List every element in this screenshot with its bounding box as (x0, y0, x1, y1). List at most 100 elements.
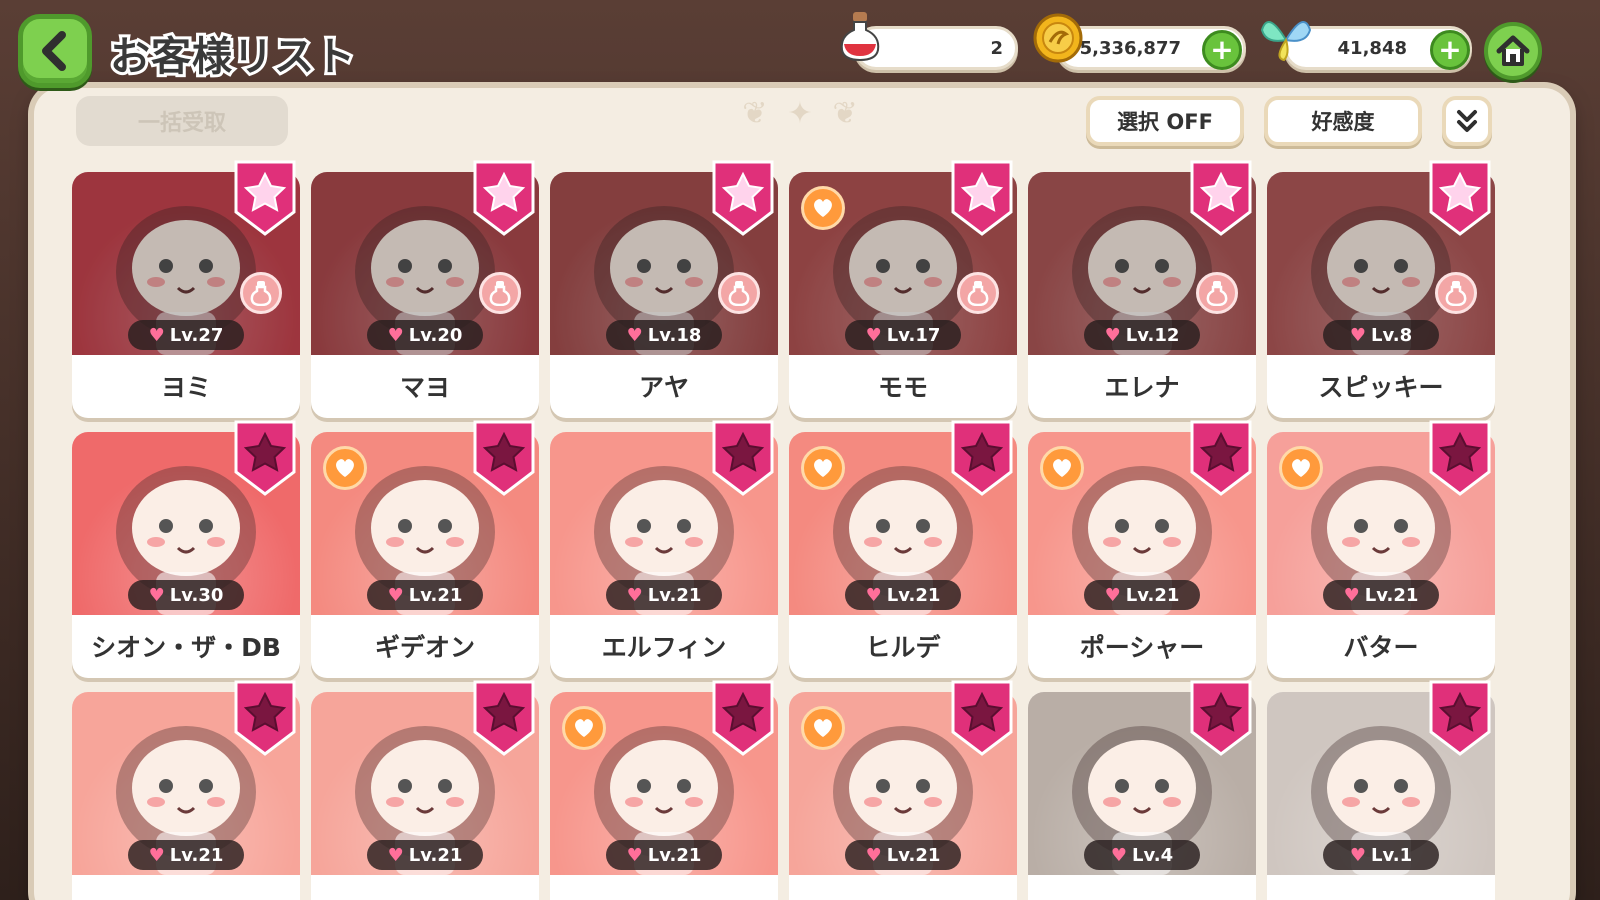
level-pill: ♥ Lv.21 (367, 840, 483, 870)
sort-dropdown-button[interactable] (1442, 96, 1492, 146)
heart-badge-icon (1040, 446, 1084, 490)
star-rank-icon (473, 420, 535, 496)
customer-card[interactable]: ♥ Lv.30 シオン・ザ・DB (72, 420, 300, 678)
level-text: Lv.21 (408, 584, 463, 606)
add-gem-button[interactable]: + (1430, 30, 1470, 70)
customer-name: ギデオン (374, 633, 475, 662)
customer-card[interactable]: ♥ Lv.21 ギデオン (311, 420, 539, 678)
customer-name (789, 876, 1017, 900)
level-text: Lv.18 (647, 324, 702, 346)
potion-count: 2 (990, 37, 1003, 59)
potion-badge-icon (1435, 272, 1477, 314)
customer-card[interactable]: ♥ Lv.1 (1267, 680, 1495, 900)
heart-icon: ♥ (1343, 584, 1360, 606)
customer-card[interactable]: ♥ Lv.21 (72, 680, 300, 900)
level-text: Lv.30 (169, 584, 224, 606)
level-pill: ♥ Lv.27 (128, 320, 244, 350)
customer-card[interactable]: ♥ Lv.21 エルフィン (550, 420, 778, 678)
heart-icon: ♥ (1110, 844, 1128, 866)
level-text: Lv.27 (169, 324, 224, 346)
star-rank-icon (951, 420, 1013, 496)
level-text: Lv.21 (886, 844, 941, 866)
customer-card[interactable]: ♥ Lv.17 モモ (789, 160, 1017, 418)
customer-name (72, 876, 300, 900)
level-pill: ♥ Lv.21 (845, 580, 961, 610)
star-rank-icon (1190, 420, 1252, 496)
level-text: Lv.8 (1371, 324, 1413, 346)
level-pill: ♥ Lv.8 (1323, 320, 1439, 350)
customer-name: ポーシャー (1079, 633, 1205, 662)
heart-icon: ♥ (387, 584, 404, 606)
potion-badge-icon (1196, 272, 1238, 314)
potion-badge-icon (718, 272, 760, 314)
heart-icon: ♥ (148, 324, 165, 346)
level-pill: ♥ Lv.21 (606, 580, 722, 610)
level-pill: ♥ Lv.21 (1323, 580, 1439, 610)
bulk-receive-button[interactable]: 一括受取 (76, 96, 288, 146)
potion-bottle-icon (840, 12, 880, 62)
level-text: Lv.21 (169, 844, 224, 866)
customer-name: エレナ (1104, 373, 1180, 402)
select-toggle-button[interactable]: 選択 OFF (1086, 96, 1244, 146)
level-pill: ♥ Lv.17 (845, 320, 961, 350)
customer-card[interactable]: ♥ Lv.21 ヒルデ (789, 420, 1017, 678)
customer-card[interactable]: ♥ Lv.18 アヤ (550, 160, 778, 418)
customer-card[interactable]: ♥ Lv.21 (789, 680, 1017, 900)
heart-icon: ♥ (865, 324, 882, 346)
customer-card[interactable]: ♥ Lv.8 スピッキー (1267, 160, 1495, 418)
potion-badge-icon (240, 272, 282, 314)
level-pill: ♥ Lv.21 (845, 840, 961, 870)
customer-card[interactable]: ♥ Lv.21 (550, 680, 778, 900)
home-button[interactable] (1484, 22, 1542, 80)
heart-icon: ♥ (387, 324, 404, 346)
customer-name: ヨミ (160, 373, 211, 402)
heart-icon: ♥ (865, 584, 882, 606)
level-pill: ♥ Lv.20 (367, 320, 483, 350)
customer-card[interactable]: ♥ Lv.20 マヨ (311, 160, 539, 418)
gold-coin-icon (1033, 13, 1083, 63)
fairy-wing-icon (1260, 21, 1312, 62)
heart-icon: ♥ (387, 844, 404, 866)
star-rank-icon (712, 420, 774, 496)
heart-icon: ♥ (148, 584, 165, 606)
gem-amount: 41,848 (1337, 37, 1407, 59)
customer-name: バター (1343, 633, 1419, 662)
customer-name: スピッキー (1318, 373, 1444, 402)
heart-badge-icon (801, 186, 845, 230)
customer-card[interactable]: ♥ Lv.21 ポーシャー (1028, 420, 1256, 678)
panel-ornament: ❦✦❦ (742, 96, 878, 131)
customer-card[interactable]: ♥ Lv.21 (311, 680, 539, 900)
level-text: Lv.1 (1371, 844, 1413, 866)
customer-card[interactable]: ♥ Lv.12 エレナ (1028, 160, 1256, 418)
page-title: お客様リスト (107, 31, 358, 83)
star-rank-icon (234, 160, 296, 236)
level-pill: ♥ Lv.21 (367, 580, 483, 610)
star-rank-icon (234, 680, 296, 756)
star-rank-icon (1429, 680, 1491, 756)
star-rank-icon (234, 420, 296, 496)
level-pill: ♥ Lv.21 (606, 840, 722, 870)
add-gold-button[interactable]: + (1202, 30, 1242, 70)
heart-icon: ♥ (865, 844, 882, 866)
level-pill: ♥ Lv.1 (1323, 840, 1439, 870)
customer-card[interactable]: ♥ Lv.4 (1028, 680, 1256, 900)
back-button[interactable] (18, 14, 92, 88)
sort-affection-button[interactable]: 好感度 (1264, 96, 1422, 146)
level-pill: ♥ Lv.18 (606, 320, 722, 350)
level-text: Lv.20 (408, 324, 463, 346)
customer-name: マヨ (399, 373, 450, 402)
heart-icon: ♥ (1104, 324, 1121, 346)
heart-badge-icon (1279, 446, 1323, 490)
star-rank-icon (1190, 160, 1252, 236)
customer-card[interactable]: ♥ Lv.21 バター (1267, 420, 1495, 678)
level-pill: ♥ Lv.30 (128, 580, 244, 610)
heart-icon: ♥ (1104, 584, 1121, 606)
customer-card[interactable]: ♥ Lv.27 ヨミ (72, 160, 300, 418)
customer-name: モモ (877, 373, 928, 402)
heart-badge-icon (801, 446, 845, 490)
level-pill: ♥ Lv.21 (128, 840, 244, 870)
heart-badge-icon (801, 706, 845, 750)
heart-icon: ♥ (148, 844, 165, 866)
level-text: Lv.21 (647, 584, 702, 606)
heart-icon: ♥ (626, 584, 643, 606)
